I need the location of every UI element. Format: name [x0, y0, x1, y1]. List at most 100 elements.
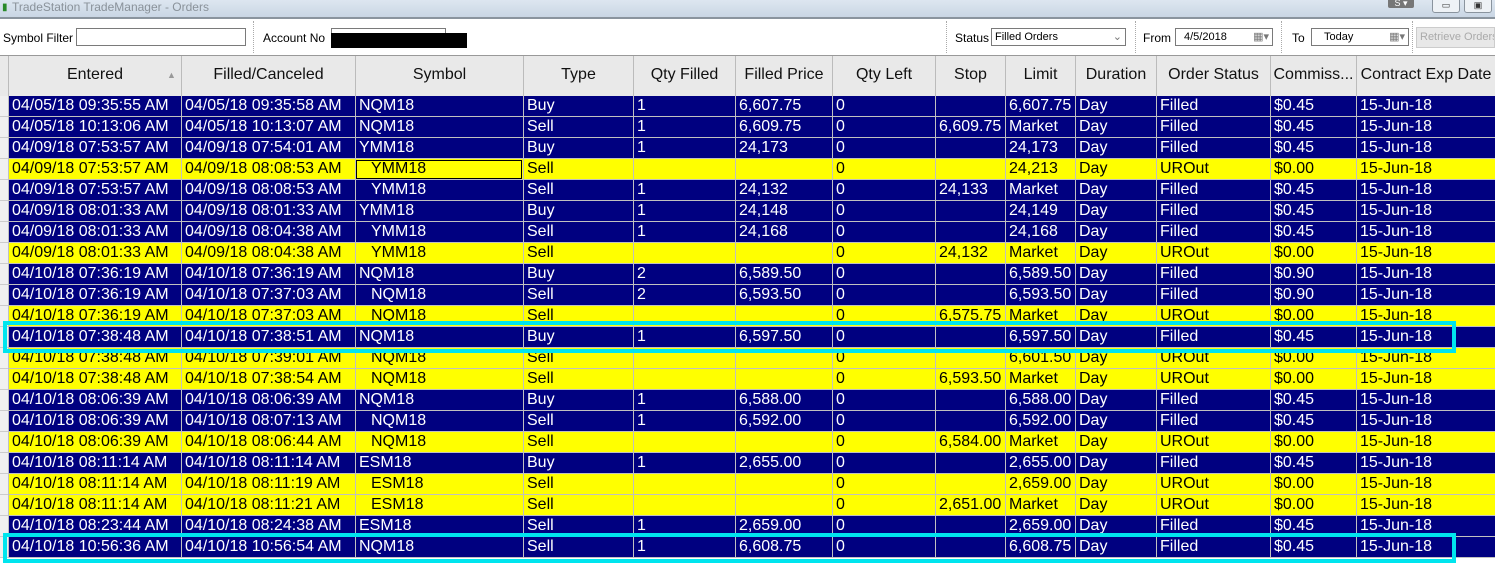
table-row[interactable]: 04/10/18 07:36:19 AM 04/10/18 07:36:19 AM…: [0, 264, 1495, 285]
column-header-entered[interactable]: Entered: [8, 56, 181, 96]
cell-order-status: Filled: [1156, 453, 1270, 474]
cell-duration: Day: [1075, 96, 1156, 117]
table-row[interactable]: 04/10/18 08:11:14 AM 04/10/18 08:11:19 AM…: [0, 474, 1495, 495]
column-header-qty-filled[interactable]: Qty Filled: [633, 56, 735, 96]
column-header-limit[interactable]: Limit: [1005, 56, 1075, 96]
cell-symbol: NQM18: [355, 285, 523, 306]
table-row[interactable]: 04/10/18 07:36:19 AM 04/10/18 07:37:03 AM…: [0, 285, 1495, 306]
row-gutter: [0, 390, 8, 411]
table-row[interactable]: 04/10/18 08:11:14 AM 04/10/18 08:11:21 AM…: [0, 495, 1495, 516]
column-header-contract-exp-date[interactable]: Contract Exp Date: [1356, 56, 1495, 96]
cell-order-status: Filled: [1156, 96, 1270, 117]
cell-entered: 04/09/18 08:01:33 AM: [8, 201, 181, 222]
cell-symbol: NQM18: [355, 264, 523, 285]
table-row[interactable]: 04/05/18 10:13:06 AM 04/05/18 10:13:07 AM…: [0, 117, 1495, 138]
table-row[interactable]: 04/09/18 08:01:33 AM 04/09/18 08:01:33 AM…: [0, 201, 1495, 222]
cell-entered: 04/10/18 07:36:19 AM: [8, 306, 181, 327]
restore-button[interactable]: ▣: [1464, 0, 1492, 13]
cell-stop: [935, 201, 1005, 222]
cell-filled-price: 6,589.50: [735, 264, 832, 285]
table-row[interactable]: 04/09/18 08:01:33 AM 04/09/18 08:04:38 AM…: [0, 222, 1495, 243]
from-date-input[interactable]: 4/5/2018 ▦▾: [1175, 28, 1273, 46]
calendar-icon[interactable]: ▦▾: [1253, 29, 1269, 45]
cell-symbol: NQM18: [355, 411, 523, 432]
s-menu-button[interactable]: S ▾: [1388, 0, 1414, 8]
cell-stop: [935, 159, 1005, 180]
cell-duration: Day: [1075, 180, 1156, 201]
cell-entered: 04/10/18 08:11:14 AM: [8, 453, 181, 474]
symbol-filter-input[interactable]: [76, 28, 246, 46]
cell-order-status: UROut: [1156, 495, 1270, 516]
table-row[interactable]: 04/05/18 09:35:55 AM 04/05/18 09:35:58 AM…: [0, 96, 1495, 117]
cell-entered: 04/09/18 07:53:57 AM: [8, 159, 181, 180]
column-header-order-status[interactable]: Order Status: [1156, 56, 1270, 96]
cell-order-status: Filled: [1156, 201, 1270, 222]
minimize-button[interactable]: ▭: [1432, 0, 1460, 13]
cell-qty-left: 0: [832, 516, 935, 537]
cell-qty-left: 0: [832, 138, 935, 159]
cell-qty-filled: 1: [633, 537, 735, 558]
calendar-icon[interactable]: ▦▾: [1389, 29, 1405, 45]
column-header-stop[interactable]: Stop: [935, 56, 1005, 96]
column-header-duration[interactable]: Duration: [1075, 56, 1156, 96]
table-row[interactable]: 04/10/18 08:06:39 AM 04/10/18 08:07:13 AM…: [0, 411, 1495, 432]
cell-filled-canceled: 04/09/18 08:01:33 AM: [181, 201, 355, 222]
table-row[interactable]: 04/09/18 07:53:57 AM 04/09/18 07:54:01 AM…: [0, 138, 1495, 159]
table-row[interactable]: 04/10/18 07:38:48 AM 04/10/18 07:38:54 AM…: [0, 369, 1495, 390]
cell-type: Sell: [523, 516, 633, 537]
to-label: To: [1292, 31, 1305, 45]
cell-commission: $0.90: [1270, 285, 1356, 306]
cell-filled-canceled: 04/09/18 08:08:53 AM: [181, 159, 355, 180]
cell-limit: 24,213: [1005, 159, 1075, 180]
table-row[interactable]: 04/09/18 07:53:57 AM 04/09/18 08:08:53 AM…: [0, 180, 1495, 201]
table-row[interactable]: 04/09/18 08:01:33 AM 04/09/18 08:04:38 AM…: [0, 243, 1495, 264]
cell-commission: $0.45: [1270, 96, 1356, 117]
table-row[interactable]: 04/10/18 07:36:19 AM 04/10/18 07:37:03 AM…: [0, 306, 1495, 327]
column-header-filled-canceled[interactable]: Filled/Canceled: [181, 56, 355, 96]
column-header-type[interactable]: Type: [523, 56, 633, 96]
cell-entered: 04/10/18 07:36:19 AM: [8, 285, 181, 306]
cell-commission: $0.45: [1270, 117, 1356, 138]
cell-qty-filled: 1: [633, 138, 735, 159]
retrieve-orders-button[interactable]: Retrieve Orders: [1416, 27, 1495, 48]
symbol-filter-label: Symbol Filter: [3, 31, 74, 45]
column-header-commission[interactable]: Commiss...: [1270, 56, 1356, 96]
cell-contract-exp-date: 15-Jun-18: [1356, 306, 1495, 327]
cell-order-status: Filled: [1156, 516, 1270, 537]
cell-entered: 04/10/18 08:11:14 AM: [8, 495, 181, 516]
cell-qty-left: 0: [832, 369, 935, 390]
column-header-qty-left[interactable]: Qty Left: [832, 56, 935, 96]
title-bar: ▮ TradeStation TradeManager - Orders S ▾…: [0, 0, 1495, 19]
cell-type: Buy: [523, 327, 633, 348]
cell-commission: $0.00: [1270, 306, 1356, 327]
cell-limit: 2,659.00: [1005, 516, 1075, 537]
cell-filled-canceled: 04/10/18 08:06:39 AM: [181, 390, 355, 411]
status-select[interactable]: Filled Orders ⌄: [991, 28, 1126, 46]
cell-order-status: UROut: [1156, 348, 1270, 369]
cell-filled-price: [735, 243, 832, 264]
cell-duration: Day: [1075, 117, 1156, 138]
table-row[interactable]: 04/10/18 07:38:48 AM 04/10/18 07:38:51 AM…: [0, 327, 1495, 348]
to-date-input[interactable]: Today ▦▾: [1311, 28, 1409, 46]
cell-type: Buy: [523, 453, 633, 474]
column-header-symbol[interactable]: Symbol: [355, 56, 523, 96]
column-header-filled-price[interactable]: Filled Price: [735, 56, 832, 96]
table-row[interactable]: 04/10/18 08:11:14 AM 04/10/18 08:11:14 AM…: [0, 453, 1495, 474]
table-row[interactable]: 04/10/18 10:56:36 AM 04/10/18 10:56:54 AM…: [0, 537, 1495, 558]
cell-duration: Day: [1075, 348, 1156, 369]
cell-limit: 2,659.00: [1005, 474, 1075, 495]
table-row[interactable]: 04/10/18 08:23:44 AM 04/10/18 08:24:38 AM…: [0, 516, 1495, 537]
cell-commission: $0.45: [1270, 453, 1356, 474]
cell-contract-exp-date: 15-Jun-18: [1356, 453, 1495, 474]
cell-limit: Market: [1005, 180, 1075, 201]
cell-qty-filled: 1: [633, 411, 735, 432]
cell-limit: 6,589.50: [1005, 264, 1075, 285]
table-row[interactable]: 04/09/18 07:53:57 AM 04/09/18 08:08:53 AM…: [0, 159, 1495, 180]
table-row[interactable]: 04/10/18 07:38:48 AM 04/10/18 07:39:01 AM…: [0, 348, 1495, 369]
table-row[interactable]: 04/10/18 08:06:39 AM 04/10/18 08:06:39 AM…: [0, 390, 1495, 411]
cell-qty-left: 0: [832, 474, 935, 495]
table-row[interactable]: 04/10/18 08:06:39 AM 04/10/18 08:06:44 AM…: [0, 432, 1495, 453]
cell-qty-left: 0: [832, 201, 935, 222]
cell-stop: [935, 348, 1005, 369]
cell-stop: [935, 411, 1005, 432]
